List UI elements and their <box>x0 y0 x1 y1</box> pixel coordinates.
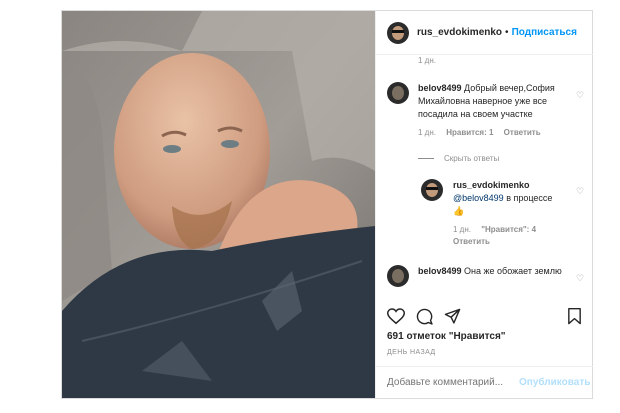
post-photo[interactable] <box>62 11 375 398</box>
comment-author[interactable]: belov8499 <box>418 83 462 93</box>
reply-like-heart-icon[interactable]: ♡ <box>576 186 584 197</box>
reply-button[interactable]: Ответить <box>504 128 541 137</box>
comment-meta: 1 дн. Нравится: 1 Ответить <box>418 128 541 137</box>
hide-replies-toggle[interactable]: Скрыть ответы <box>418 154 499 163</box>
comment-likes[interactable]: Нравится: 1 <box>446 128 493 137</box>
thumbs-up-emoji: 👍 <box>453 206 465 216</box>
comment-time: 1 дн. <box>418 128 436 137</box>
heart-icon[interactable] <box>387 308 405 325</box>
add-comment-bar: Опубликовать <box>376 366 593 398</box>
reply-author[interactable]: rus_evdokimenko <box>453 180 530 190</box>
divider-line <box>418 158 434 159</box>
avatar[interactable] <box>387 82 409 104</box>
previous-comment-meta: 1 дн. <box>418 56 436 65</box>
reply-reply-button[interactable]: Ответить <box>453 237 490 246</box>
avatar[interactable] <box>387 265 409 287</box>
reply-time: 1 дн. <box>453 225 471 234</box>
instagram-post: rus_evdokimenko • Подписаться 1 дн. belo… <box>61 10 593 399</box>
reply-likes[interactable]: "Нравится": 4 <box>481 225 536 234</box>
author-username[interactable]: rus_evdokimenko <box>417 27 502 38</box>
comment-like-heart-icon[interactable]: ♡ <box>576 90 584 101</box>
comments-panel: rus_evdokimenko • Подписаться 1 дн. belo… <box>375 11 593 398</box>
reply-body: в процессе <box>506 193 553 203</box>
comment-list: 1 дн. belov8499 Добрый вечер,София Михай… <box>376 55 593 303</box>
bookmark-icon[interactable] <box>567 308 582 325</box>
comment-like-heart-icon[interactable]: ♡ <box>576 273 584 284</box>
post-date: ДЕНЬ НАЗАД <box>387 349 436 356</box>
comment-author[interactable]: belov8499 <box>418 266 462 276</box>
reply-text: rus_evdokimenko @belov8499 в процессе 👍 <box>453 179 571 218</box>
likes-count[interactable]: 691 отметок "Нравится" <box>387 331 506 342</box>
share-icon[interactable] <box>444 308 461 325</box>
follow-button[interactable]: Подписаться <box>512 27 577 38</box>
publish-button[interactable]: Опубликовать <box>519 377 590 388</box>
hide-replies-label: Скрыть ответы <box>444 154 500 163</box>
avatar[interactable] <box>387 21 409 44</box>
avatar[interactable] <box>421 179 443 201</box>
post-header: rus_evdokimenko • Подписаться <box>376 11 593 55</box>
post-image <box>62 11 375 398</box>
comment-body: Она же обожает землю <box>464 266 562 276</box>
comment-input[interactable] <box>387 377 519 388</box>
reply-meta: 1 дн. "Нравится": 4 <box>453 225 536 234</box>
mention-link[interactable]: @belov8499 <box>453 193 504 203</box>
comment-text: belov8499 Она же обожает землю <box>418 265 568 278</box>
comment-text: belov8499 Добрый вечер,София Михайловна … <box>418 82 568 121</box>
comment-icon[interactable] <box>416 308 433 325</box>
separator-dot: • <box>505 27 509 38</box>
